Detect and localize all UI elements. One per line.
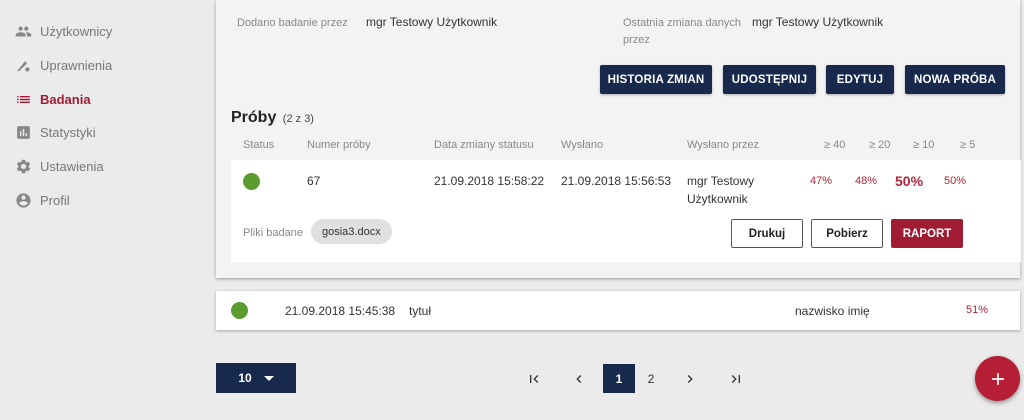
sidebar-item-users[interactable]: Użytkownicy	[14, 20, 112, 42]
file-chip[interactable]: gosia3.docx	[311, 219, 392, 244]
edit-button[interactable]: EDYTUJ	[826, 65, 894, 94]
sidebar-item-settings[interactable]: Ustawienia	[14, 155, 104, 177]
files-label: Pliki badane	[243, 227, 303, 239]
column-header-sent: Wysłano	[561, 139, 604, 151]
new-attempt-button[interactable]: NOWA PRÓBA	[905, 65, 1005, 94]
study-owner: nazwisko imię	[795, 304, 870, 318]
attempts-count: (2 z 3)	[282, 113, 314, 125]
attempt-row: 67 21.09.2018 15:58:22 21.09.2018 15:56:…	[231, 160, 1021, 262]
added-by-value: mgr Testowy Użytkownik	[366, 15, 498, 29]
print-button[interactable]: Drukuj	[731, 219, 803, 248]
page-2-button[interactable]: 2	[635, 364, 667, 393]
previous-page-button[interactable]	[563, 364, 595, 393]
attempt-status-date: 21.09.2018 15:58:22	[434, 174, 545, 188]
added-by-label: Dodano badanie przez	[237, 17, 348, 29]
attempt-sent-by-line1: mgr Testowy	[687, 174, 755, 188]
sidebar-item-studies[interactable]: Badania	[14, 88, 91, 110]
page-1-button[interactable]: 1	[603, 364, 635, 393]
percent-5: 50%	[944, 175, 967, 187]
permissions-icon	[14, 56, 32, 74]
users-icon	[14, 22, 32, 40]
attempts-title: Próby (2 z 3)	[231, 109, 314, 127]
status-ok-icon	[231, 302, 248, 319]
gear-icon	[14, 157, 32, 175]
sidebar: Użytkownicy Uprawnienia Badania Statysty…	[0, 0, 212, 420]
sidebar-item-label: Ustawienia	[40, 158, 104, 174]
attempts-title-text: Próby	[231, 109, 277, 126]
sidebar-item-permissions[interactable]: Uprawnienia	[14, 54, 112, 76]
sidebar-item-label: Uprawnienia	[40, 57, 113, 73]
attempt-number: 67	[307, 174, 321, 188]
report-button[interactable]: RAPORT	[891, 219, 963, 248]
page-size-select[interactable]: 10	[216, 363, 296, 393]
first-page-icon	[530, 374, 539, 383]
column-header-status: Status	[243, 139, 275, 151]
sidebar-item-profile[interactable]: Profil	[14, 189, 70, 211]
column-header-5: ≥ 5	[960, 139, 976, 151]
column-header-10: ≥ 10	[913, 139, 935, 151]
page-size-value: 10	[238, 371, 252, 385]
sidebar-item-label: Badania	[40, 91, 91, 107]
history-button[interactable]: HISTORIA ZMIAN	[600, 65, 712, 94]
bar-chart-icon	[14, 123, 32, 141]
chevron-left-icon	[576, 374, 582, 383]
column-header-sent-by: Wysłano przez	[687, 139, 760, 151]
changed-by-label: Ostatnia zmiana danych przez	[623, 15, 741, 49]
attempt-sent-by-line2: Użytkownik	[687, 192, 748, 206]
study-title: tytuł	[409, 304, 432, 318]
changed-by-label-line2: przez	[623, 34, 650, 46]
sidebar-item-label: Statystyki	[40, 124, 96, 140]
percent-20: 48%	[855, 175, 878, 187]
attempt-sent-by: mgr Testowy Użytkownik	[687, 172, 754, 208]
sidebar-item-label: Użytkownicy	[40, 23, 113, 39]
column-header-20: ≥ 20	[869, 139, 891, 151]
changed-by-label-line1: Ostatnia zmiana danych	[623, 17, 742, 29]
sidebar-item-statistics[interactable]: Statystyki	[14, 121, 96, 143]
caret-down-icon	[263, 375, 274, 381]
column-header-status-date: Data zmiany statusu	[434, 139, 534, 151]
column-header-number: Numer próby	[307, 139, 371, 151]
plus-icon	[991, 372, 1004, 385]
last-page-button[interactable]	[720, 364, 752, 393]
percent-40: 47%	[810, 175, 833, 187]
study-date: 21.09.2018 15:45:38	[285, 304, 396, 318]
share-button[interactable]: UDOSTĘPNIJ	[723, 65, 816, 94]
chevron-right-icon	[687, 374, 693, 383]
list-icon	[14, 90, 32, 108]
changed-by-value: mgr Testowy Użytkownik	[752, 15, 884, 29]
last-page-icon	[731, 374, 740, 383]
profile-icon	[14, 191, 32, 209]
study-list-row[interactable]: 21.09.2018 15:45:38 tytuł nazwisko imię …	[216, 291, 1020, 330]
download-button[interactable]: Pobierz	[811, 219, 883, 248]
first-page-button[interactable]	[518, 364, 550, 393]
percent-10: 50%	[895, 173, 924, 189]
study-detail-card: Dodano badanie przez mgr Testowy Użytkow…	[216, 0, 1021, 278]
attempt-sent-date: 21.09.2018 15:56:53	[561, 174, 672, 188]
status-ok-icon	[243, 173, 260, 190]
column-header-40: ≥ 40	[824, 139, 846, 151]
sidebar-item-label: Profil	[40, 192, 70, 208]
next-page-button[interactable]	[674, 364, 706, 393]
study-percent: 51%	[966, 304, 989, 316]
add-button[interactable]	[975, 356, 1020, 401]
